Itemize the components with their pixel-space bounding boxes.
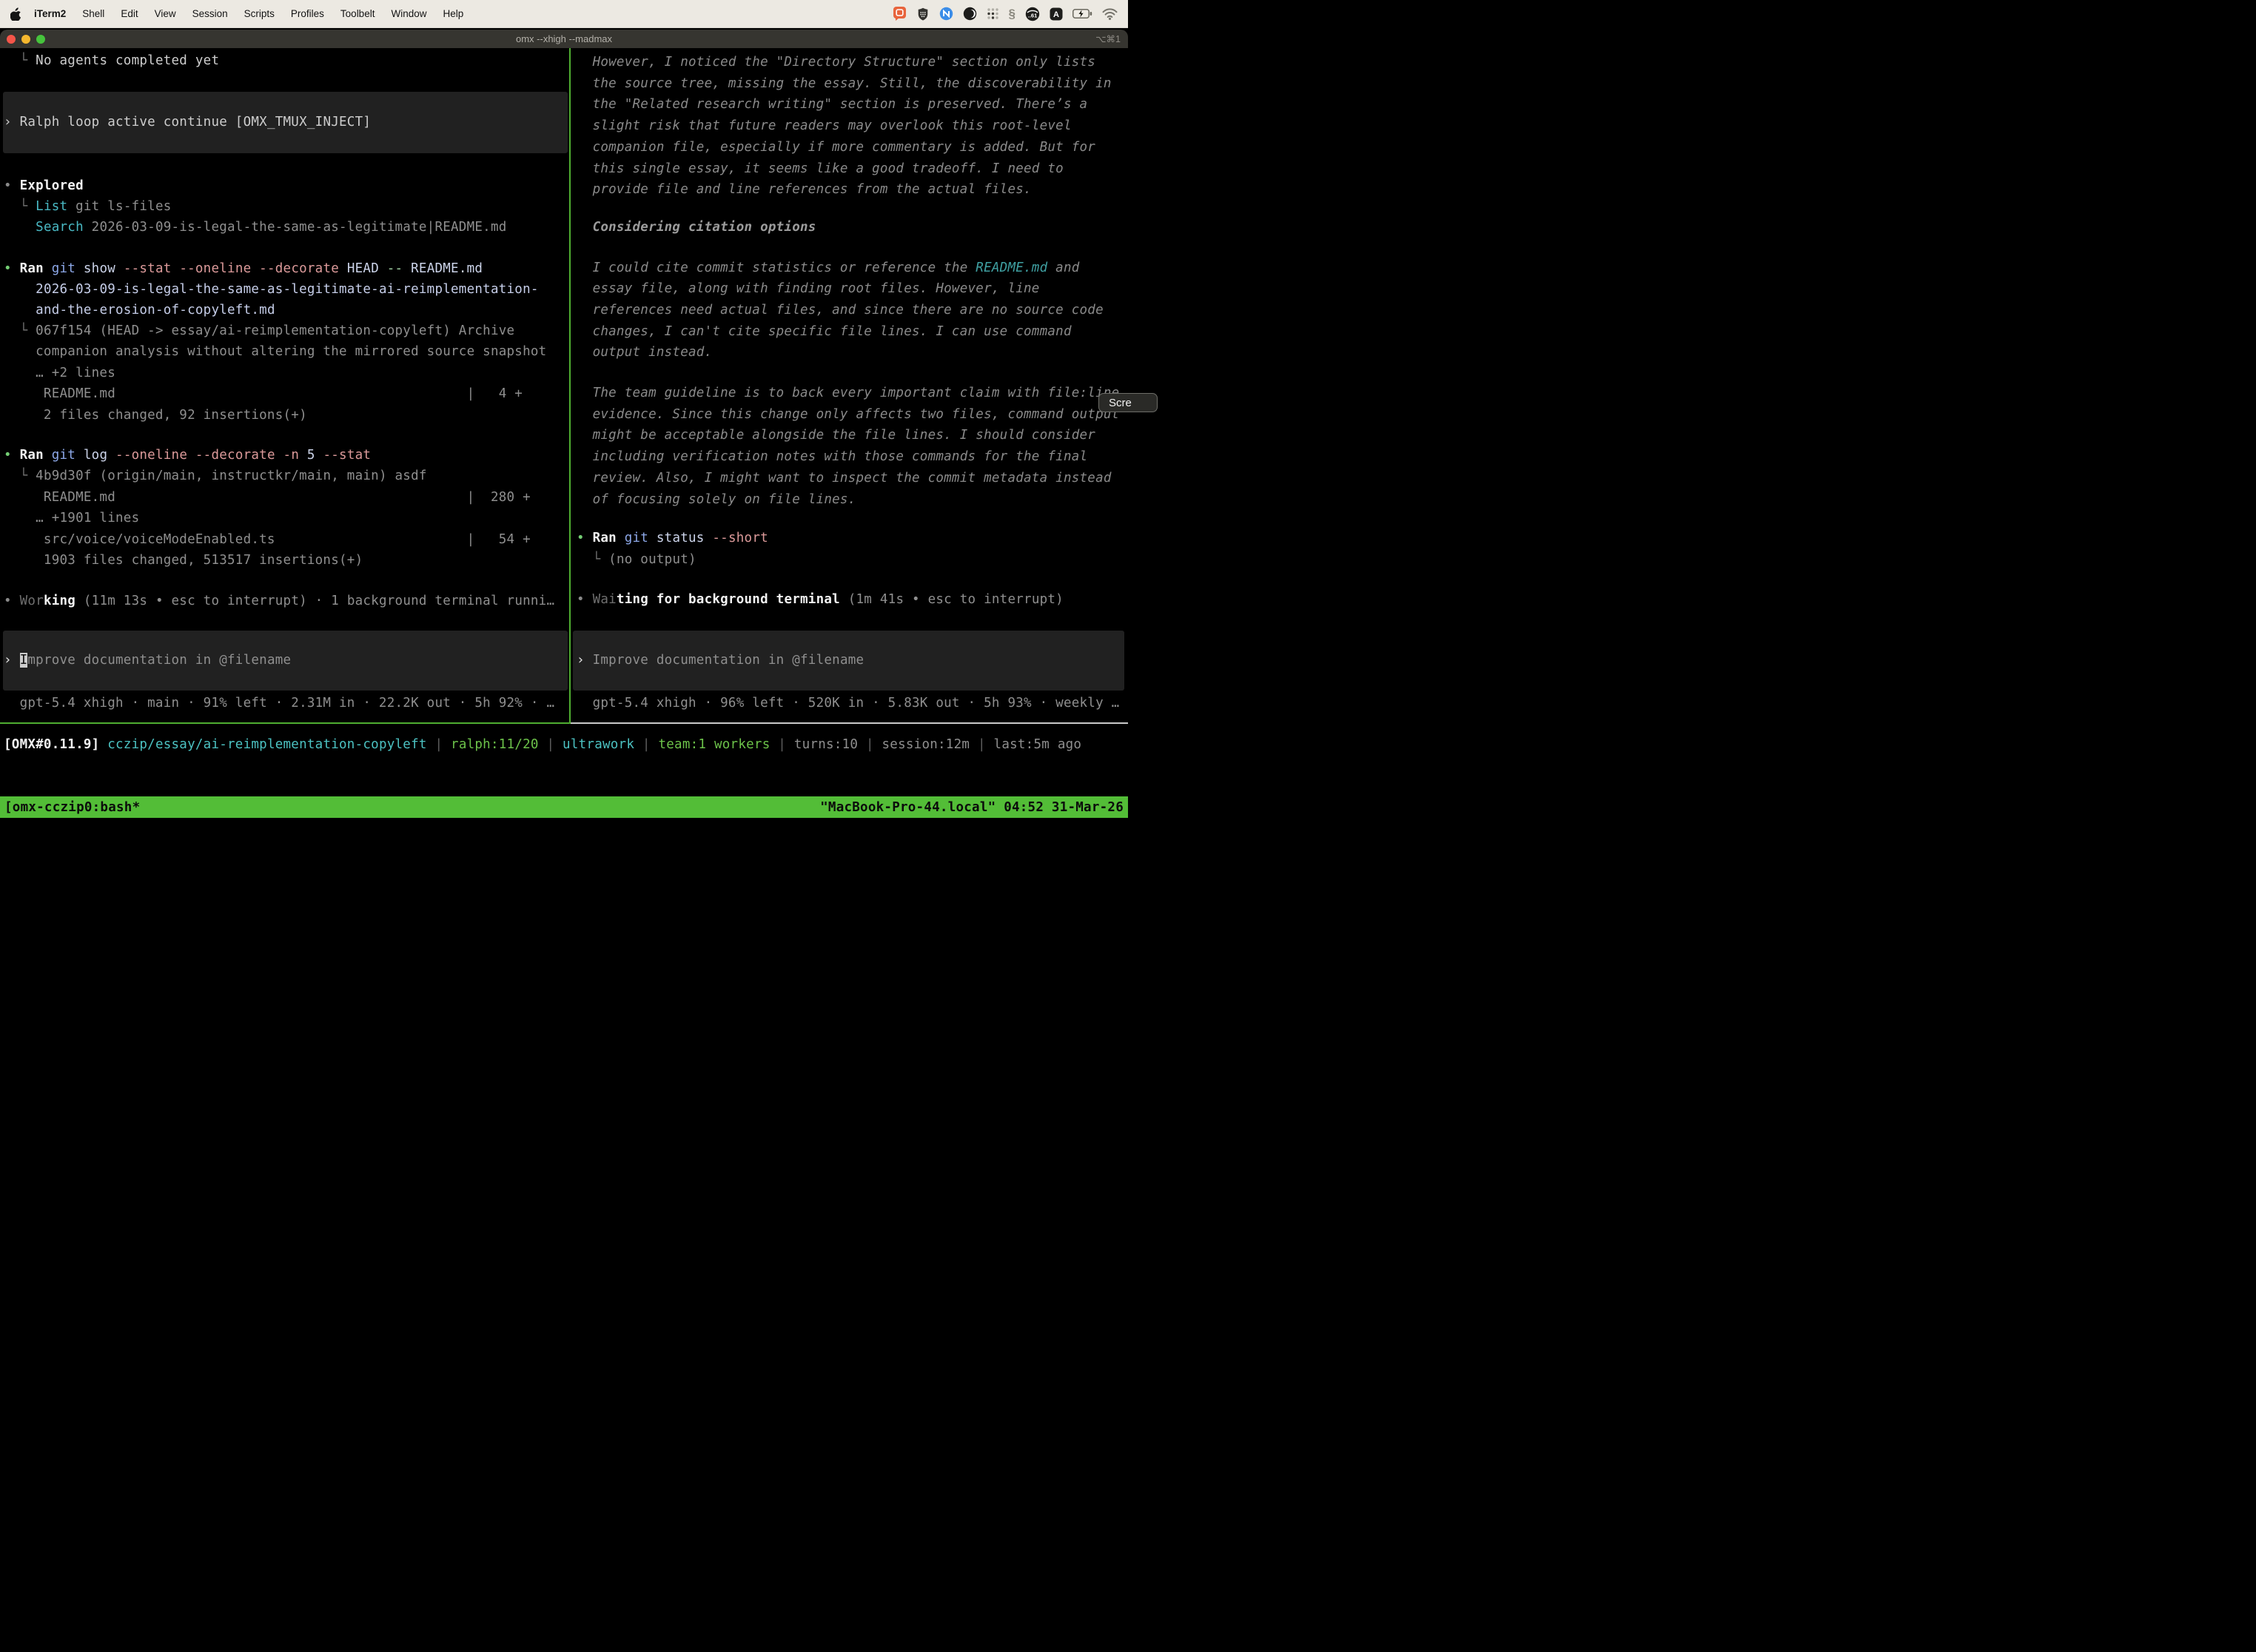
- window-title-bar: omx --xhigh --madmax ⌥⌘1: [0, 30, 1128, 48]
- ran-git-show-line: • Ran git show --stat --oneline --decora…: [4, 258, 483, 280]
- tmux-host-clock-label: "MacBook-Pro-44.local" 04:52 31-Mar-26: [820, 800, 1124, 815]
- reasoning-paragraph-line: the source tree, missing the essay. Stil…: [577, 73, 1112, 95]
- screen-share-pill-label: Scre: [1109, 397, 1132, 409]
- git-show-output-line-2: companion analysis without altering the …: [4, 341, 546, 363]
- ran-git-log-line: • Ran git log --oneline --decorate -n 5 …: [4, 445, 371, 466]
- reasoning-paragraph-line: The team guideline is to back every impo…: [577, 383, 1119, 404]
- meter-61-icon[interactable]: ..61: [1025, 7, 1040, 21]
- explored-search-line: Search 2026-03-09-is-legal-the-same-as-l…: [4, 217, 507, 238]
- svg-text:A: A: [1053, 10, 1059, 19]
- reasoning-paragraph-line: review. Also, I might want to inspect th…: [577, 468, 1112, 489]
- reasoning-paragraph-line: provide file and line references from th…: [577, 179, 1032, 201]
- omx-status-bar: [OMX#0.11.9] cczip/essay/ai-reimplementa…: [4, 734, 1081, 756]
- menu-item-window[interactable]: Window: [383, 8, 434, 19]
- menu-item-iterm2[interactable]: iTerm2: [26, 8, 74, 19]
- explored-header-line: • Explored: [4, 175, 84, 197]
- reasoning-paragraph-line: references need actual files, and since …: [577, 300, 1104, 321]
- traffic-lights: [7, 35, 45, 44]
- prompt-input-line-right[interactable]: › Improve documentation in @filename: [577, 650, 864, 671]
- git-show-arg-line-1: 2026-03-09-is-legal-the-same-as-legitima…: [4, 279, 539, 300]
- right-pane-bottom-border: [571, 722, 1128, 724]
- reasoning-paragraph-line: I could cite commit statistics or refere…: [577, 258, 1080, 279]
- reasoning-paragraph-line: this single essay, it seems like a good …: [577, 158, 1064, 180]
- reasoning-paragraph-line: output instead.: [577, 342, 712, 363]
- window-shortcut-badge: ⌥⌘1: [1095, 33, 1121, 44]
- agents-status-line: └ No agents completed yet: [4, 50, 219, 72]
- git-show-stat-summary: 2 files changed, 92 insertions(+): [4, 405, 307, 426]
- reasoning-paragraph-line: of focusing solely on file lines.: [577, 489, 856, 511]
- reasoning-paragraph-line: including verification notes with those …: [577, 446, 1087, 468]
- menu-status-icons: § ..61 A: [893, 6, 1118, 21]
- squiggle-icon[interactable]: §: [1009, 7, 1015, 21]
- shield-grid-icon[interactable]: [916, 7, 930, 21]
- window-title: omx --xhigh --madmax: [0, 33, 1128, 44]
- dots-grid-icon[interactable]: [987, 7, 999, 20]
- ran-git-status-line: • Ran git status --short: [577, 528, 768, 549]
- left-pane-bottom-border: [0, 722, 569, 724]
- model-status-line-right: gpt-5.4 xhigh · 96% left · 520K in · 5.8…: [577, 693, 1119, 714]
- macos-menu-bar: iTerm2 Shell Edit View Session Scripts P…: [0, 0, 1128, 28]
- menu-item-view[interactable]: View: [147, 8, 184, 19]
- moon-icon[interactable]: [963, 7, 977, 21]
- reasoning-paragraph-line: evidence. Since this change only affects…: [577, 404, 1119, 426]
- reasoning-paragraph-line: the "Related research writing" section i…: [577, 94, 1087, 115]
- git-status-no-output-line: └ (no output): [577, 549, 696, 571]
- tmux-session-label: [omx-cczip0:bash*: [4, 800, 140, 815]
- close-window-button[interactable]: [7, 35, 16, 44]
- model-status-line-left: gpt-5.4 xhigh · main · 91% left · 2.31M …: [4, 693, 554, 714]
- menu-items: iTerm2 Shell Edit View Session Scripts P…: [26, 8, 471, 19]
- svg-text:..61: ..61: [1028, 12, 1038, 19]
- menu-item-help[interactable]: Help: [434, 8, 471, 19]
- reasoning-paragraph-line: companion file, especially if more comme…: [577, 137, 1095, 158]
- tmux-status-bar: [omx-cczip0:bash* "MacBook-Pro-44.local"…: [0, 796, 1128, 818]
- git-log-stat-voice: src/voice/voiceModeEnabled.ts | 54 +: [4, 529, 531, 551]
- zoom-window-button[interactable]: [36, 35, 45, 44]
- explored-list-line: └ List git ls-files: [4, 196, 172, 218]
- menu-item-session[interactable]: Session: [184, 8, 236, 19]
- git-log-stat-readme: README.md | 280 +: [4, 487, 531, 508]
- git-log-stat-summary: 1903 files changed, 513517 insertions(+): [4, 550, 363, 571]
- chat-app-icon[interactable]: [893, 6, 907, 21]
- git-show-output-ellipsis: … +2 lines: [4, 363, 115, 384]
- git-show-output-line-1: └ 067f154 (HEAD -> essay/ai-reimplementa…: [4, 320, 514, 342]
- reasoning-paragraph-line: However, I noticed the "Directory Struct…: [577, 52, 1095, 73]
- git-show-arg-line-2: and-the-erosion-of-copyleft.md: [4, 300, 275, 321]
- menu-item-edit[interactable]: Edit: [113, 8, 146, 19]
- apple-menu-icon[interactable]: [10, 7, 21, 21]
- pane-separator[interactable]: [569, 48, 571, 724]
- git-show-stat-readme: README.md | 4 +: [4, 383, 523, 405]
- wifi-icon[interactable]: [1102, 8, 1118, 20]
- waiting-status-line: • Waiting for background terminal (1m 41…: [577, 589, 1064, 611]
- blue-pulse-icon[interactable]: [939, 7, 953, 21]
- working-status-line: • Working (11m 13s • esc to interrupt) ·…: [4, 591, 554, 612]
- reasoning-heading: Considering citation options: [577, 217, 816, 238]
- git-log-output-ellipsis: … +1901 lines: [4, 508, 139, 529]
- reasoning-paragraph-line: changes, I can't cite specific file line…: [577, 321, 1072, 343]
- terminal-content: └ No agents completed yet › Ralph loop a…: [0, 48, 1128, 826]
- reasoning-paragraph-line: might be acceptable alongside the file l…: [577, 425, 1095, 446]
- battery-icon[interactable]: [1072, 9, 1092, 19]
- injected-message-line: › Ralph loop active continue [OMX_TMUX_I…: [4, 112, 371, 133]
- keyboard-a-icon[interactable]: A: [1050, 7, 1063, 21]
- menu-item-profiles[interactable]: Profiles: [283, 8, 332, 19]
- prompt-input-line-left[interactable]: › Improve documentation in @filename: [4, 650, 291, 671]
- screen-share-pill[interactable]: Scre: [1098, 393, 1158, 412]
- reasoning-paragraph-line: essay file, along with finding root file…: [577, 278, 1040, 300]
- menu-item-shell[interactable]: Shell: [74, 8, 113, 19]
- git-log-output-line: └ 4b9d30f (origin/main, instructkr/main,…: [4, 466, 427, 487]
- menu-item-scripts[interactable]: Scripts: [236, 8, 283, 19]
- reasoning-paragraph-line: slight risk that future readers may over…: [577, 115, 1072, 137]
- minimize-window-button[interactable]: [21, 35, 30, 44]
- menu-item-toolbelt[interactable]: Toolbelt: [332, 8, 383, 19]
